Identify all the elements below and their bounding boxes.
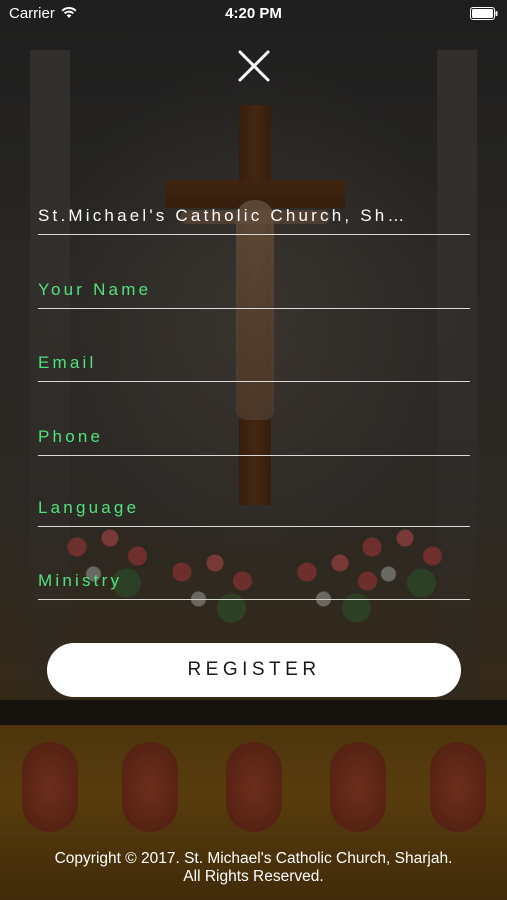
church-select-field[interactable]: St.Michael's Catholic Church, Sh… (38, 198, 470, 235)
register-button[interactable]: REGISTER (47, 643, 461, 697)
language-field-placeholder: Language (38, 498, 140, 517)
battery-icon (470, 7, 498, 20)
status-bar: Carrier 4:20 PM (0, 0, 507, 28)
copyright-footer: Copyright © 2017. St. Michael's Catholic… (0, 850, 507, 886)
clock: 4:20 PM (225, 5, 282, 22)
church-field-value: St.Michael's Catholic Church, Sh… (38, 206, 408, 225)
close-icon (238, 50, 270, 82)
email-field-placeholder: Email (38, 353, 97, 372)
phone-field-placeholder: Phone (38, 427, 104, 446)
language-field[interactable]: Language (38, 490, 470, 527)
copyright-line: Copyright © 2017. St. Michael's Catholic… (54, 850, 453, 867)
rights-line: All Rights Reserved. (183, 868, 324, 885)
email-field[interactable]: Email (38, 345, 470, 382)
close-button[interactable] (234, 46, 274, 86)
ministry-field-placeholder: Ministry (38, 571, 123, 590)
name-field-placeholder: Your Name (38, 280, 152, 299)
name-field[interactable]: Your Name (38, 272, 470, 309)
phone-field[interactable]: Phone (38, 419, 470, 456)
ministry-field[interactable]: Ministry (38, 563, 470, 600)
